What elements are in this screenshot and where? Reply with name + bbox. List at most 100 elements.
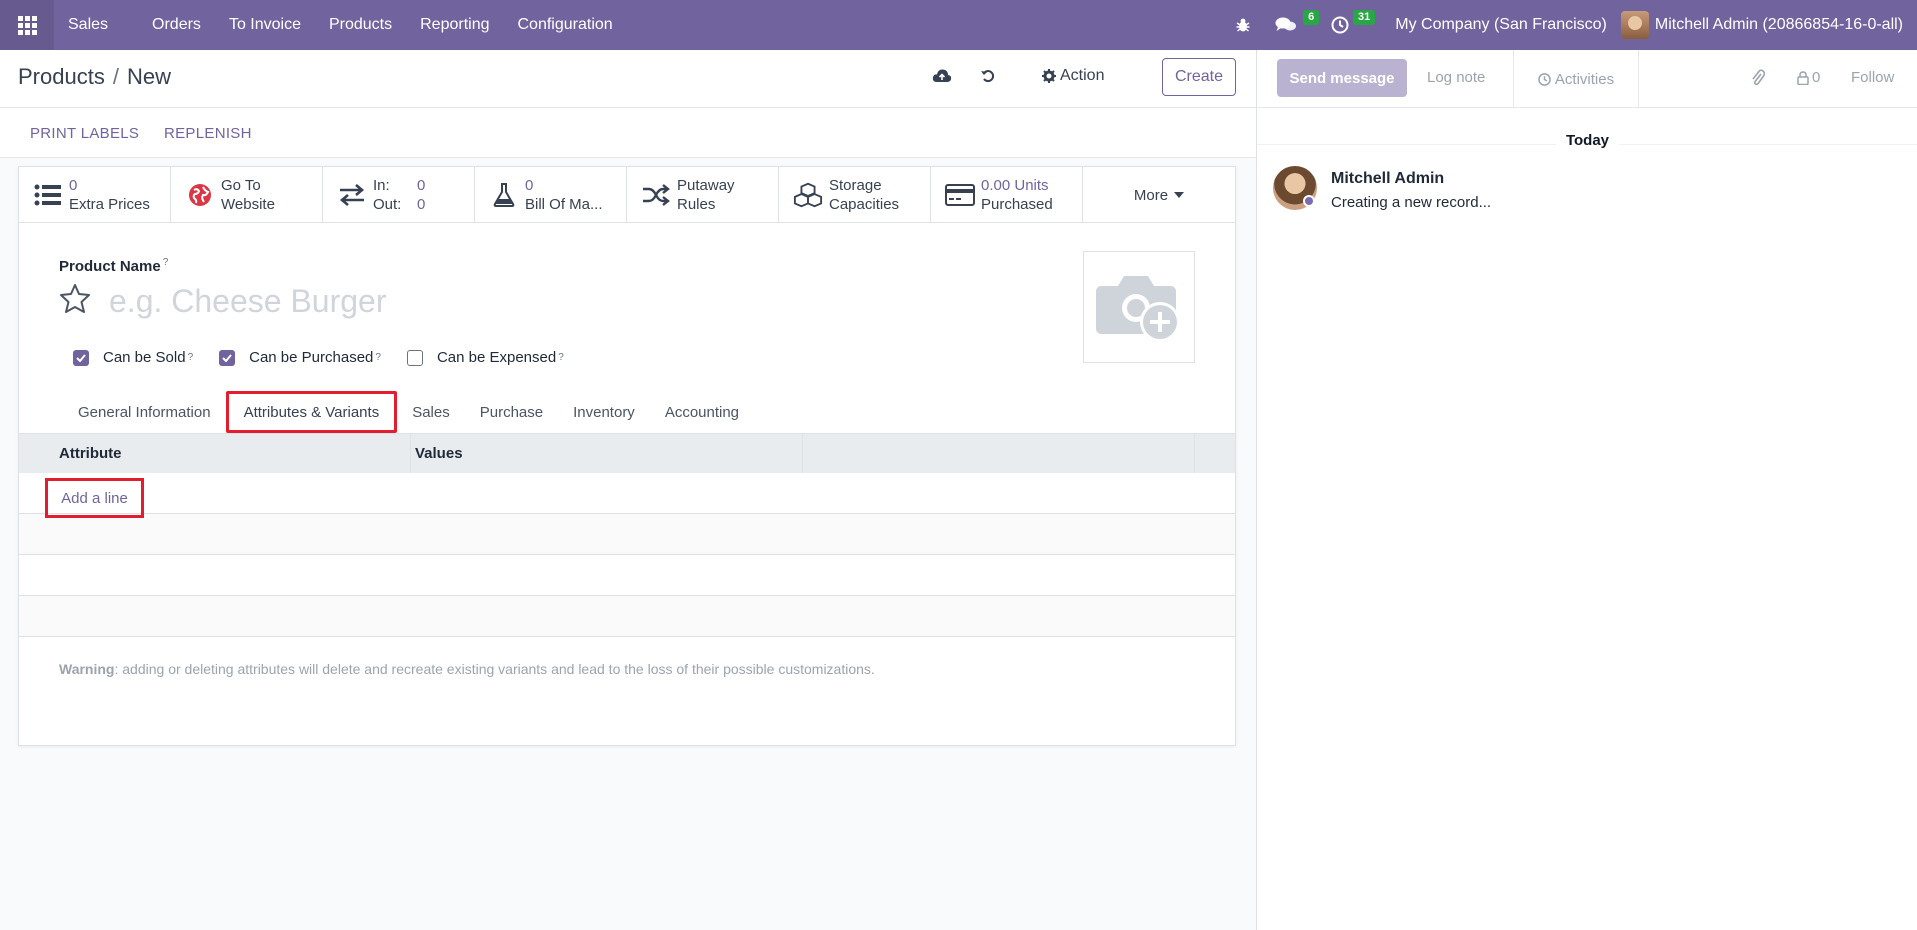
save-button[interactable]: [932, 68, 952, 88]
company-switcher[interactable]: My Company (San Francisco): [1375, 16, 1621, 34]
help-tooltip-icon[interactable]: ?: [188, 352, 194, 363]
nav-reporting[interactable]: Reporting: [406, 0, 503, 50]
warning-prefix: Warning: [59, 661, 115, 677]
product-image-upload[interactable]: [1083, 251, 1195, 363]
help-tooltip-icon[interactable]: ?: [375, 352, 381, 363]
attachments-button[interactable]: [1751, 69, 1765, 87]
paperclip-icon: [1752, 69, 1765, 86]
undo-icon: [981, 70, 995, 83]
in-out-button[interactable]: In: 0 Out: 0: [323, 167, 475, 223]
tab-purchase[interactable]: Purchase: [465, 391, 558, 433]
clock-icon: [1331, 16, 1349, 34]
can-be-sold-checkbox[interactable]: [73, 349, 89, 366]
debug-button[interactable]: [1223, 0, 1263, 50]
nav-to-invoice[interactable]: To Invoice: [215, 0, 315, 50]
message-author[interactable]: Mitchell Admin: [1331, 170, 1444, 188]
product-name-input[interactable]: [109, 281, 809, 321]
nav-configuration[interactable]: Configuration: [504, 0, 627, 50]
online-status-icon: [1303, 195, 1315, 207]
print-labels-button[interactable]: PRINT LABELS: [30, 125, 139, 142]
purchased-value: 0.00 Units: [981, 177, 1049, 194]
navbar-systray: 6 31 My Company (San Francisco) Mitchell…: [1223, 0, 1917, 50]
create-button[interactable]: Create: [1162, 58, 1236, 96]
column-attribute[interactable]: Attribute: [19, 434, 411, 473]
smart-buttons: 0 Extra Prices Go To Website In: 0 Out: 0 0 B…: [19, 167, 1235, 223]
notebook-tabs: General Information Attributes & Variant…: [19, 391, 1235, 433]
user-name: Mitchell Admin (20866854-16-0-all): [1654, 16, 1903, 33]
main-panel: Products / New Action Create PRINT LABELS …: [0, 50, 1256, 930]
message-body: Creating a new record...: [1331, 194, 1492, 211]
purchased-label: Purchased: [981, 196, 1053, 213]
send-message-button[interactable]: Send message: [1277, 59, 1407, 97]
column-values[interactable]: Values: [411, 434, 803, 473]
chatter-topbar: Send message Log note Activities 0 Follo…: [1257, 50, 1917, 108]
replenish-button[interactable]: REPLENISH: [164, 125, 252, 142]
chatter-panel: Send message Log note Activities 0 Follo…: [1256, 50, 1917, 930]
storage-line2: Capacities: [829, 196, 900, 213]
control-panel: Products / New Action Create: [0, 50, 1256, 108]
log-note-button[interactable]: Log note: [1427, 69, 1485, 86]
website-line1: Go To: [221, 177, 261, 194]
column-spacer: [803, 434, 1195, 473]
cloud-upload-icon: [932, 69, 952, 82]
followers-count: 0: [1812, 69, 1821, 86]
bom-value: 0: [525, 177, 534, 194]
messages-button[interactable]: 6: [1263, 0, 1320, 50]
apps-grid-icon: [17, 15, 37, 35]
apps-menu-button[interactable]: [0, 0, 54, 50]
user-avatar: [1620, 11, 1649, 39]
user-menu[interactable]: Mitchell Admin (20866854-16-0-all): [1620, 11, 1917, 39]
favorite-star-button[interactable]: [59, 283, 91, 317]
action-menu-button[interactable]: Action: [1042, 67, 1104, 85]
followers-button[interactable]: 0: [1797, 69, 1820, 86]
more-button[interactable]: More: [1083, 167, 1235, 223]
check-icon: [222, 353, 232, 362]
can-be-expensed-checkbox[interactable]: [406, 349, 423, 366]
purchased-button[interactable]: 0.00 Units Purchased: [931, 167, 1083, 223]
discard-button[interactable]: [980, 68, 996, 88]
clock-icon: [1538, 72, 1551, 86]
extra-prices-button[interactable]: 0 Extra Prices: [19, 167, 171, 223]
status-bar: PRINT LABELS REPLENISH: [0, 108, 1256, 158]
exchange-icon: [339, 184, 365, 206]
breadcrumb-products[interactable]: Products: [18, 64, 105, 89]
help-tooltip-icon[interactable]: ?: [558, 352, 564, 363]
activities-badge: 31: [1353, 10, 1376, 25]
storage-capacities-button[interactable]: Storage Capacities: [779, 167, 931, 223]
nav-orders[interactable]: Orders: [138, 0, 215, 50]
follow-button[interactable]: Follow: [1851, 69, 1894, 86]
tab-attributes-variants[interactable]: Attributes & Variants: [225, 391, 398, 433]
breadcrumb-separator: /: [112, 64, 119, 89]
warning-text: : adding or deleting attributes will del…: [114, 661, 875, 677]
out-label: Out:: [373, 196, 402, 213]
can-be-sold-label: Can be Sold: [103, 349, 186, 366]
website-line2: Website: [221, 196, 275, 213]
activities-button[interactable]: 31: [1319, 0, 1376, 50]
tab-sales[interactable]: Sales: [397, 391, 465, 433]
more-label: More: [1133, 186, 1169, 204]
app-brand[interactable]: Sales: [54, 0, 122, 50]
go-to-website-button[interactable]: Go To Website: [171, 167, 323, 223]
date-label: Today: [1257, 132, 1917, 149]
out-value: 0: [417, 196, 426, 213]
can-be-purchased-field: Can be Purchased?: [219, 349, 381, 366]
tab-general-information[interactable]: General Information: [63, 391, 226, 433]
can-be-purchased-checkbox[interactable]: [219, 349, 236, 366]
can-be-sold-field: Can be Sold?: [73, 349, 193, 366]
extra-prices-value: 0: [69, 177, 78, 194]
bom-label: Bill Of Ma...: [525, 196, 603, 213]
extra-prices-label: Extra Prices: [69, 196, 150, 213]
product-name-label: Product Name?: [59, 257, 169, 275]
tab-inventory[interactable]: Inventory: [558, 391, 650, 433]
star-icon: [60, 284, 90, 313]
activities-schedule-button[interactable]: Activities: [1513, 50, 1639, 108]
table-row: [19, 555, 1235, 596]
putaway-line2: Rules: [677, 196, 716, 213]
nav-products[interactable]: Products: [315, 0, 406, 50]
help-tooltip-icon[interactable]: ?: [163, 257, 169, 268]
putaway-rules-button[interactable]: Putaway Rules: [627, 167, 779, 223]
tab-accounting[interactable]: Accounting: [650, 391, 754, 433]
add-a-line-button[interactable]: Add a line: [45, 478, 144, 518]
form-sheet: 0 Extra Prices Go To Website In: 0 Out: 0 0 B…: [18, 166, 1236, 746]
bill-of-materials-button[interactable]: 0 Bill Of Ma...: [475, 167, 627, 223]
